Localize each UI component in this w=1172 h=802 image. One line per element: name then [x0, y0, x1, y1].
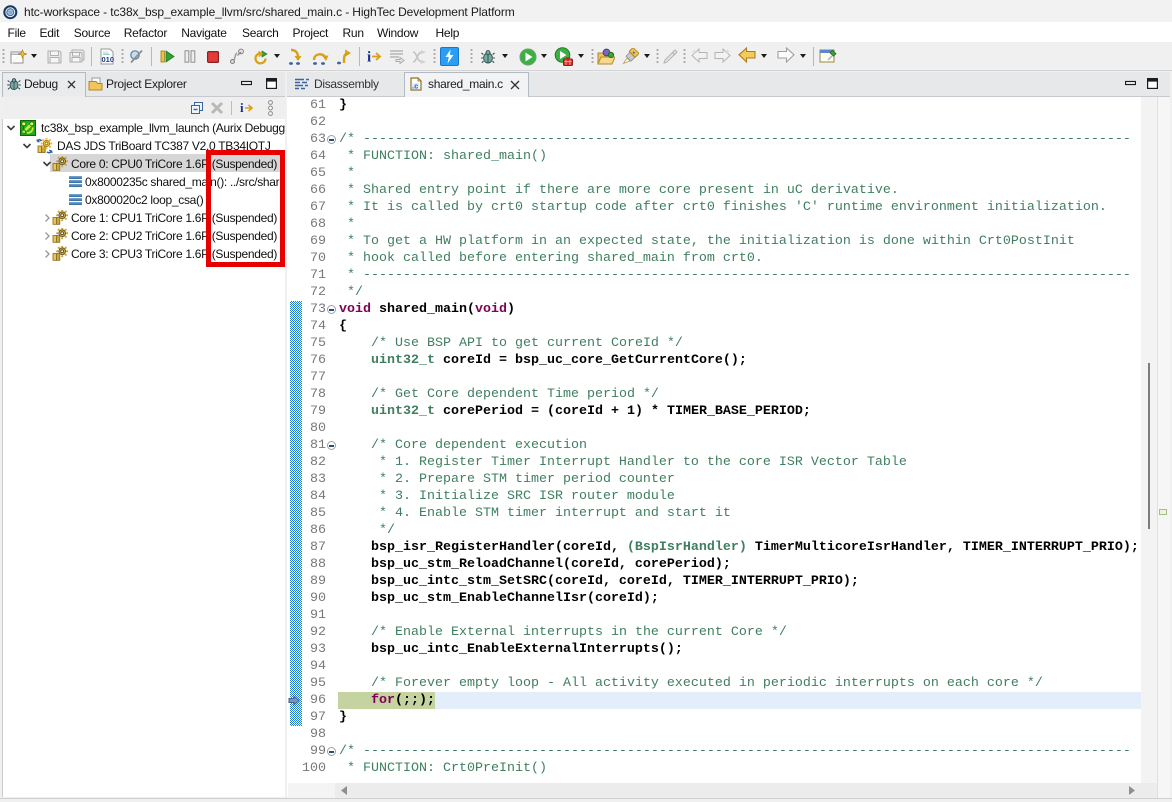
svg-text:010: 010: [102, 55, 115, 64]
svg-text:.c: .c: [412, 82, 418, 91]
svg-text:i: i: [367, 50, 371, 66]
svg-text:i: i: [240, 101, 244, 115]
